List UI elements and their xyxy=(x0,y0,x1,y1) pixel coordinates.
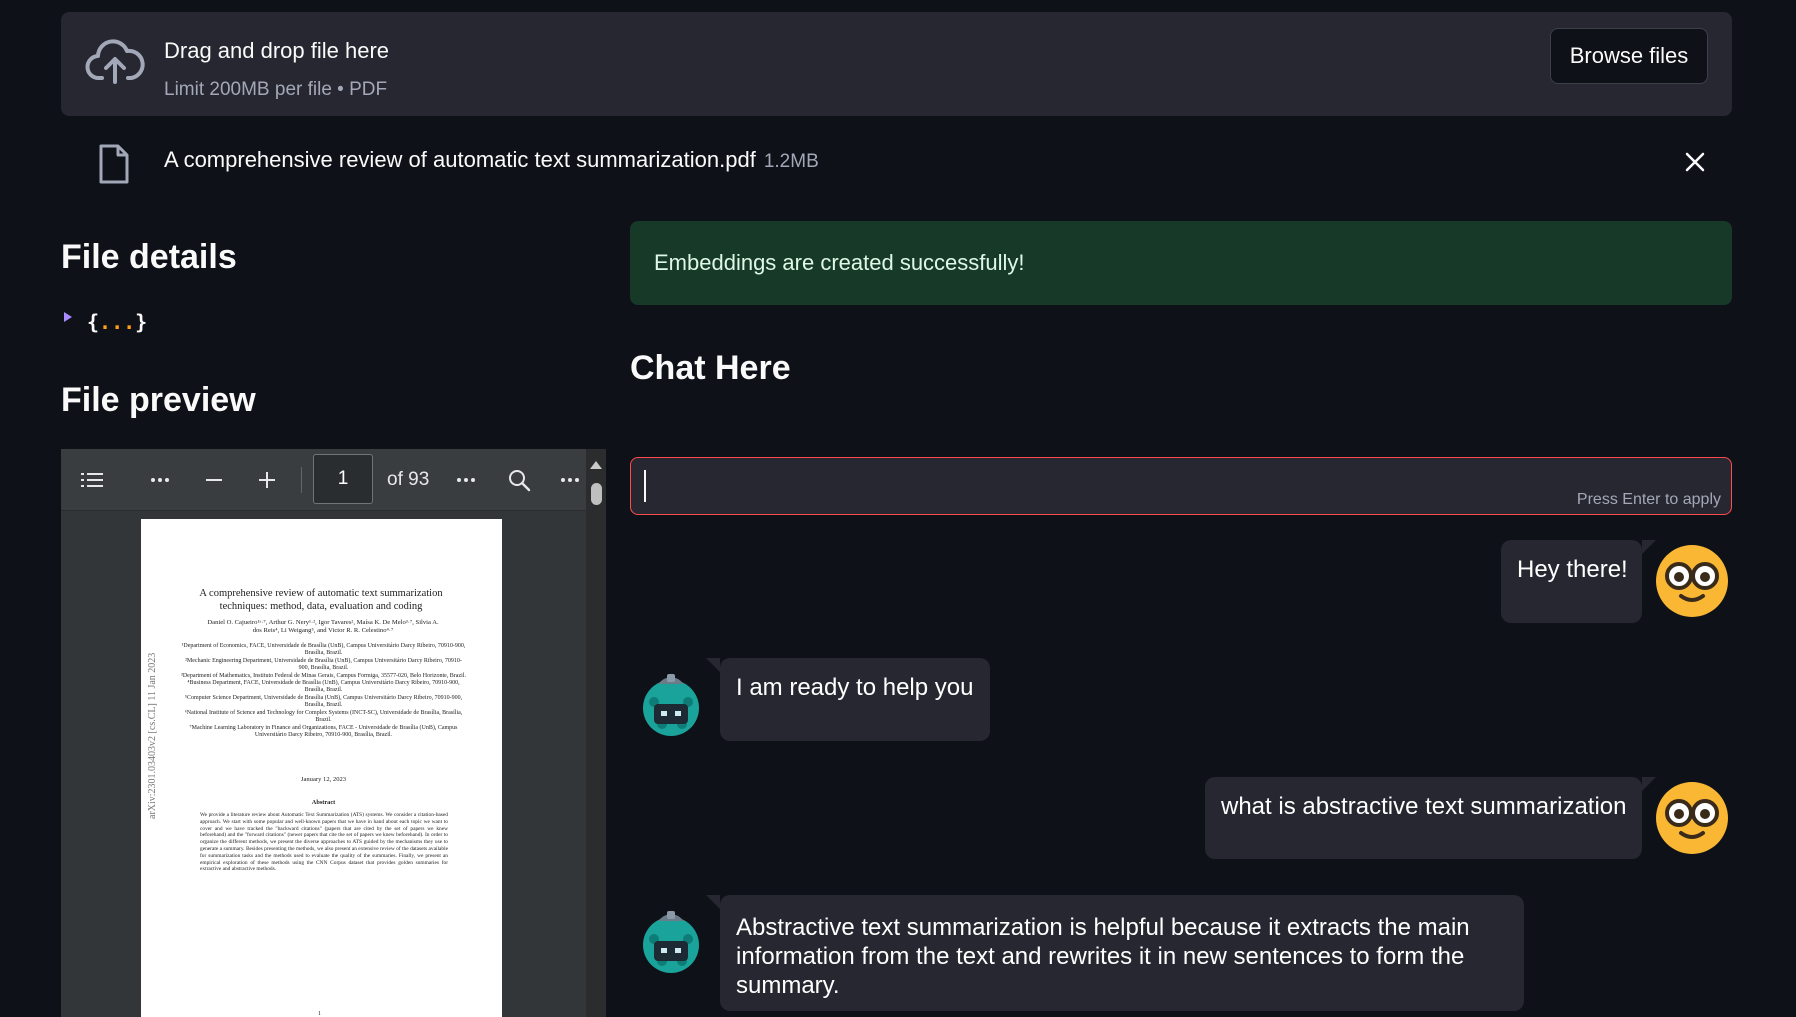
overflow-menu-icon[interactable] xyxy=(553,463,587,497)
json-ellipsis: ... xyxy=(99,310,136,334)
file-details-heading: File details xyxy=(61,238,237,276)
page-number: 1 xyxy=(318,1011,321,1017)
user-message: Hey there! xyxy=(1501,540,1656,623)
app-page: Drag and drop file here Limit 200MB per … xyxy=(0,0,1796,1017)
search-icon[interactable] xyxy=(502,463,536,497)
close-icon[interactable] xyxy=(1684,151,1706,173)
scrollbar-thumb[interactable] xyxy=(591,483,602,505)
dropzone-limit-text: Limit 200MB per file • PDF xyxy=(164,79,388,100)
affiliation: ⁴Business Department, FACE, Universidade… xyxy=(187,680,460,694)
arxiv-stamp: arXiv:2301.03403v2 [cs.CL] 11 Jan 2023 xyxy=(147,652,158,819)
more-dots-icon[interactable] xyxy=(449,463,483,497)
json-viewer-collapsed[interactable]: {...} xyxy=(87,310,147,334)
message-text: what is abstractive text summarization xyxy=(1221,793,1627,820)
page-count-label: of 93 xyxy=(387,469,430,490)
paper-title-line: techniques: method, data, evaluation and… xyxy=(219,601,423,612)
page-number-input[interactable]: 1 xyxy=(313,454,373,504)
cloud-upload-icon xyxy=(85,39,145,84)
pdf-page: arXiv:2301.03403v2 [cs.CL] 11 Jan 2023 A… xyxy=(141,519,502,1017)
paper-authors-line: dos Reis⁴, Li Weigang⁵, and Victor R. R.… xyxy=(252,627,394,634)
input-hint: Press Enter to apply xyxy=(1576,491,1721,508)
paper-date: January 12, 2023 xyxy=(300,776,347,783)
assistant-message: I am ready to help you xyxy=(706,658,990,741)
browse-files-button[interactable]: Browse files xyxy=(1550,28,1708,84)
affiliation: ²Mechanic Engineering Department, Univer… xyxy=(185,657,462,671)
outline-list-icon[interactable] xyxy=(75,463,109,497)
toolbar-divider xyxy=(301,467,302,493)
file-icon xyxy=(99,144,129,184)
text-caret xyxy=(644,470,646,502)
nerd-face-icon xyxy=(1656,782,1728,854)
paper-title-line: A comprehensive review of automatic text… xyxy=(199,588,443,599)
pdf-toolbar: 1 of 93 xyxy=(61,449,586,511)
affiliation: ¹Department of Economics, FACE, Universi… xyxy=(181,643,466,657)
zoom-in-icon[interactable] xyxy=(250,463,284,497)
affiliation: ⁷Machine Learning Laboratory in Finance … xyxy=(189,724,458,738)
paper-authors-line: Daniel O. Cajueiro¹ᵃ·⁷, Arthur G. Nery¹·… xyxy=(207,619,439,626)
abstract-text: We provide a literature review about Aut… xyxy=(200,812,448,873)
file-dropzone[interactable]: Drag and drop file here Limit 200MB per … xyxy=(61,12,1732,116)
bubble-tail xyxy=(706,895,720,909)
affiliation: ⁵Computer Science Department, Universida… xyxy=(184,695,463,709)
message-text: Hey there! xyxy=(1517,556,1628,583)
uploaded-file-row: A comprehensive review of automatic text… xyxy=(61,137,1732,189)
chat-heading: Chat Here xyxy=(630,349,791,387)
chat-input[interactable]: Press Enter to apply xyxy=(630,457,1732,515)
bubble-tail xyxy=(1642,540,1656,554)
success-message: Embeddings are created successfully! xyxy=(654,250,1025,275)
paper-authors: Daniel O. Cajueiro¹ᵃ·⁷, Arthur G. Nery¹·… xyxy=(173,619,473,635)
message-text: Abstractive text summarization is helpfu… xyxy=(736,914,1470,999)
zoom-out-icon[interactable] xyxy=(197,463,231,497)
file-preview-heading: File preview xyxy=(61,381,256,419)
success-alert: Embeddings are created successfully! xyxy=(630,221,1732,305)
file-name-text: A comprehensive review of automatic text… xyxy=(164,147,756,172)
bubble-tail xyxy=(706,658,720,672)
abstract-heading: Abstract xyxy=(311,799,336,806)
pdf-viewer: 1 of 93 arXiv:2301.03403v2 [cs.CL] 11 Ja… xyxy=(61,449,606,1017)
paper-title: A comprehensive review of automatic text… xyxy=(181,587,461,613)
json-close-brace: } xyxy=(135,310,148,334)
user-message: what is abstractive text summarization xyxy=(1205,777,1656,859)
expand-triangle-icon[interactable] xyxy=(63,311,73,323)
nerd-face-icon xyxy=(1656,545,1728,617)
message-text: I am ready to help you xyxy=(736,674,974,701)
uploaded-file-name: A comprehensive review of automatic text… xyxy=(164,147,819,173)
bubble-tail xyxy=(1642,777,1656,791)
affiliation: ³Department of Mathematics, Instituto Fe… xyxy=(181,672,466,679)
file-size: 1.2MB xyxy=(763,151,819,172)
scroll-up-arrow-icon[interactable] xyxy=(590,461,602,469)
paper-affiliations: ¹Department of Economics, FACE, Universi… xyxy=(181,643,466,739)
json-open-brace: { xyxy=(87,310,100,334)
robot-icon xyxy=(643,674,699,736)
robot-icon xyxy=(643,911,699,973)
affiliation: ⁶National Institute of Science and Techn… xyxy=(184,709,463,723)
assistant-message: Abstractive text summarization is helpfu… xyxy=(706,895,1524,1011)
more-dots-icon[interactable] xyxy=(143,463,177,497)
pdf-scrollbar[interactable] xyxy=(586,449,606,1017)
dropzone-title: Drag and drop file here xyxy=(164,38,390,63)
